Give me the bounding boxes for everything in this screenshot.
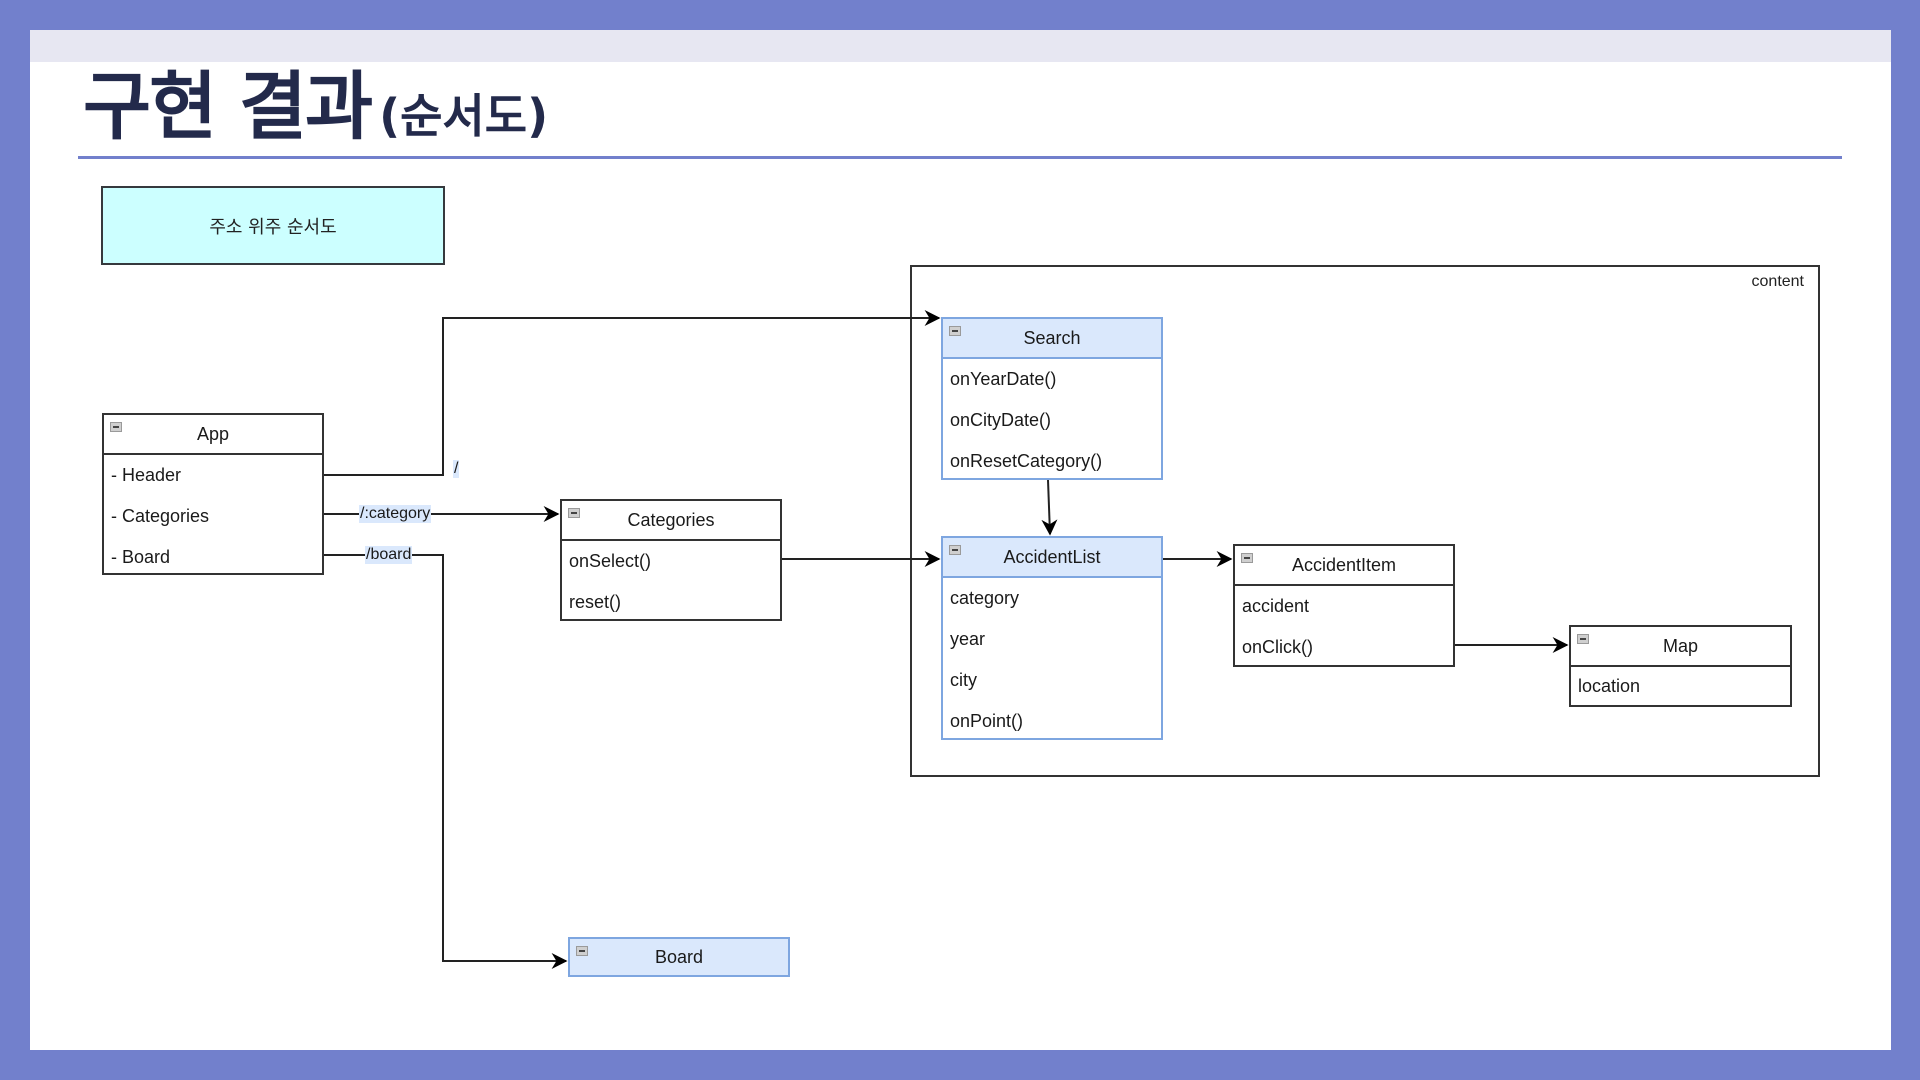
component-app[interactable]: App - Header - Categories - Board	[102, 413, 324, 575]
component-item: onResetCategory()	[950, 451, 1103, 471]
component-name: AccidentItem	[1291, 554, 1397, 575]
note-text: 주소 위주 순서도	[209, 216, 337, 238]
component-accident-list[interactable]: AccidentList category year city onPoint(…	[941, 536, 1163, 740]
title-main: 구현 결과	[83, 64, 373, 150]
title-underline	[78, 156, 1842, 159]
collapse-icon[interactable]	[1241, 553, 1253, 563]
slide-top-band	[30, 30, 1891, 62]
component-header: Search	[943, 319, 1161, 359]
component-name: Map	[1662, 635, 1698, 656]
component-header: AccidentItem	[1235, 546, 1453, 586]
collapse-icon[interactable]	[568, 508, 580, 518]
component-item: location	[1578, 675, 1641, 696]
component-header: AccidentList	[943, 538, 1161, 578]
component-name: Board	[654, 946, 704, 967]
component-item: category	[950, 588, 1020, 608]
component-item: - Board	[111, 547, 171, 567]
component-item: onSelect()	[569, 551, 652, 571]
component-item: onPoint()	[950, 711, 1024, 731]
component-name: AccidentList	[1003, 546, 1101, 567]
component-item: onClick()	[1242, 637, 1314, 657]
component-header: Board	[570, 939, 788, 975]
collapse-icon[interactable]	[1577, 634, 1589, 644]
component-item: - Header	[111, 465, 182, 485]
component-categories[interactable]: Categories onSelect() reset()	[560, 499, 782, 621]
component-item: accident	[1242, 596, 1310, 616]
component-board[interactable]: Board	[568, 937, 790, 977]
component-header: App	[104, 415, 322, 455]
collapse-icon[interactable]	[949, 545, 961, 555]
component-accident-item[interactable]: AccidentItem accident onClick()	[1233, 544, 1455, 667]
edge-label-category: /:category	[359, 505, 432, 523]
title-subtitle: (순서도)	[379, 89, 549, 143]
edge-label-board: /board	[365, 546, 413, 564]
component-name: App	[196, 423, 230, 444]
component-map[interactable]: Map location	[1569, 625, 1792, 707]
collapse-icon[interactable]	[576, 946, 588, 956]
component-search[interactable]: Search onYearDate() onCityDate() onReset…	[941, 317, 1163, 480]
component-item: onYearDate()	[950, 369, 1057, 389]
page-title: 구현 결과 (순서도)	[83, 70, 548, 144]
component-header: Map	[1571, 627, 1790, 667]
component-item: reset()	[569, 592, 622, 612]
component-item: - Categories	[111, 506, 210, 526]
collapse-icon[interactable]	[949, 326, 961, 336]
container-label: content	[1751, 273, 1804, 290]
component-name: Categories	[627, 509, 715, 530]
collapse-icon[interactable]	[110, 422, 122, 432]
component-item: city	[950, 670, 977, 690]
component-name: Search	[1023, 327, 1081, 348]
component-item: onCityDate()	[950, 410, 1052, 430]
component-header: Categories	[562, 501, 780, 541]
diagram-note: 주소 위주 순서도	[101, 186, 445, 265]
component-item: year	[950, 629, 986, 649]
edge-label-root: /	[453, 460, 460, 478]
